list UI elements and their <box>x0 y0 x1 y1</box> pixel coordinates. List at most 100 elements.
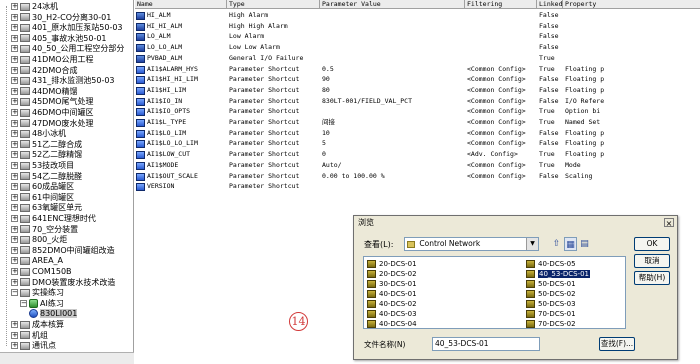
tree-item[interactable]: + AREA_A <box>11 255 63 266</box>
header-type[interactable]: Type <box>227 0 320 9</box>
file-item[interactable]: 40-DCS-04 <box>367 319 417 329</box>
tree-item[interactable]: +42DMO合成 <box>11 65 78 76</box>
expand-toggle-icon[interactable]: + <box>11 34 18 42</box>
tree-item[interactable]: + 机组 <box>11 330 48 341</box>
table-row[interactable]: LO_ALM Low Alarm False <box>135 31 700 42</box>
table-row[interactable]: AI1$LO_LIM Parameter Shortcut 10 <Common Co… <box>135 128 700 139</box>
tree-item[interactable]: +24冰机 <box>11 1 58 12</box>
expand-toggle-icon[interactable]: + <box>11 24 18 32</box>
expand-toggle-icon[interactable]: − <box>11 289 18 297</box>
expand-toggle-icon[interactable]: + <box>11 13 18 21</box>
tree-item[interactable]: +30_H2-CO分离30-01 <box>11 12 111 23</box>
table-row[interactable]: LO_LO_ALM Low Low Alarm False <box>135 42 700 53</box>
tree-item[interactable]: +641ENC理想时代 <box>11 213 96 224</box>
list-view-icon[interactable]: ▦ <box>564 237 577 251</box>
expand-toggle-icon[interactable]: + <box>11 236 18 244</box>
tree-item[interactable]: +70_空分装置 <box>11 224 78 235</box>
tree-item[interactable]: +800_火炬 <box>11 234 67 245</box>
header-parameter-value[interactable]: Parameter Value <box>320 0 465 9</box>
tree-item[interactable]: +852DMO中间罐组改造 <box>11 245 115 256</box>
tree-item[interactable]: +40_50_公用工程空分部分 <box>11 43 124 54</box>
table-row[interactable]: HI_HI_ALM High High Alarm False <box>135 21 700 32</box>
tree-item[interactable]: +44DMO精馏 <box>11 86 78 97</box>
tree-item[interactable]: + 成本核算 <box>11 319 64 330</box>
tree-item[interactable]: +41DMO公用工程 <box>11 54 94 65</box>
header-name[interactable]: Name <box>135 0 227 9</box>
file-item[interactable]: 40-DCS-02 <box>367 299 417 309</box>
ok-button[interactable]: OK <box>634 237 670 251</box>
expand-toggle-icon[interactable]: + <box>11 342 18 350</box>
expand-toggle-icon[interactable]: + <box>11 151 18 159</box>
file-item[interactable]: 70-DCS-01 <box>526 309 576 319</box>
table-row[interactable]: HI_ALM High Alarm False <box>135 10 700 21</box>
file-list[interactable]: 20-DCS-01 20-DCS-02 30-DCS-01 40-DCS-01 40-D… <box>363 256 626 329</box>
tree-item[interactable]: − 实操练习 <box>11 287 64 298</box>
table-row[interactable]: AI1$ALARM_HYS Parameter Shortcut 0.5 <Commo… <box>135 64 700 75</box>
table-row[interactable]: VERSION Parameter Shortcut <box>135 181 700 192</box>
tree-item[interactable]: +61中间罐区 <box>11 192 74 203</box>
expand-toggle-icon[interactable]: + <box>11 278 18 286</box>
tree-item[interactable]: +52乙二醇精馏 <box>11 149 82 160</box>
tree-item[interactable]: +47DMO废水处理 <box>11 118 94 129</box>
table-row[interactable]: AI1$L_TYPE Parameter Shortcut 间接 <Common Co… <box>135 117 700 128</box>
table-row[interactable]: AI1$IO_OPTS Parameter Shortcut <Common Con… <box>135 106 700 117</box>
file-item[interactable]: 30-DCS-01 <box>367 279 417 289</box>
file-item[interactable]: 20-DCS-01 <box>367 259 417 269</box>
table-row[interactable]: AI1$MODE Parameter Shortcut Auto/ <Common C… <box>135 160 700 171</box>
file-item[interactable]: 20-DCS-02 <box>367 269 417 279</box>
cancel-button[interactable]: 取消 <box>634 254 670 268</box>
expand-toggle-icon[interactable]: + <box>11 183 18 191</box>
expand-toggle-icon[interactable]: + <box>11 246 18 254</box>
expand-toggle-icon[interactable]: − <box>20 299 27 307</box>
tree-item[interactable]: +54乙二醇脱醛 <box>11 171 82 182</box>
table-row[interactable]: AI1$LOW_CUT Parameter Shortcut 0 <Adv. Conf… <box>135 149 700 160</box>
network-tree[interactable]: +24冰机 +30_H2-CO分离30-01 +401_原水加压泵站50-03 +40… <box>0 0 134 364</box>
expand-toggle-icon[interactable]: + <box>11 130 18 138</box>
tree-item[interactable]: +63氧罐区单元 <box>11 202 82 213</box>
expand-toggle-icon[interactable]: + <box>11 268 18 275</box>
expand-toggle-icon[interactable]: + <box>11 77 18 85</box>
expand-toggle-icon[interactable]: + <box>11 3 18 10</box>
expand-toggle-icon[interactable]: + <box>11 172 18 180</box>
file-item[interactable]: 70-DCS-02 <box>526 319 576 329</box>
tree-item[interactable]: +53技改项目 <box>11 160 74 171</box>
table-row[interactable]: AI1$HI_LIM Parameter Shortcut 80 <Common Co… <box>135 85 700 96</box>
expand-toggle-icon[interactable]: + <box>11 66 18 74</box>
tree-item[interactable]: +401_原水加压泵站50-03 <box>11 22 123 33</box>
tree-horizontal-scrollbar[interactable] <box>0 352 134 364</box>
table-row[interactable]: AI1$HI_HI_LIM Parameter Shortcut 90 <Common… <box>135 74 700 85</box>
tree-item[interactable]: +48小冰机 <box>11 128 66 139</box>
file-item[interactable]: 50-DCS-03 <box>526 299 576 309</box>
header-filtering[interactable]: Filtering <box>465 0 537 9</box>
tree-item[interactable]: + DMO装置废水技术改造 <box>11 277 115 288</box>
expand-toggle-icon[interactable]: + <box>11 162 18 169</box>
up-folder-icon[interactable]: ⇧ <box>550 237 563 251</box>
table-row[interactable]: AI1$OUT_SCALE Parameter Shortcut 0.00 to 1… <box>135 171 700 182</box>
expand-toggle-icon[interactable]: + <box>11 140 18 148</box>
find-button[interactable]: 查找(F)... <box>599 337 635 351</box>
expand-toggle-icon[interactable]: + <box>11 119 18 127</box>
expand-toggle-icon[interactable]: + <box>11 331 18 339</box>
tree-item[interactable]: +431_排水监测池50-03 <box>11 75 115 86</box>
expand-toggle-icon[interactable]: + <box>11 257 18 265</box>
expand-toggle-icon[interactable]: + <box>11 215 18 222</box>
expand-toggle-icon[interactable]: + <box>11 321 18 328</box>
header-property[interactable]: Property <box>563 0 700 9</box>
table-row[interactable]: AI1$IO_IN Parameter Shortcut 830LT-001/FIE… <box>135 96 700 107</box>
expand-toggle-icon[interactable]: + <box>11 193 18 201</box>
expand-toggle-icon[interactable]: + <box>11 98 18 106</box>
chevron-down-icon[interactable]: ▼ <box>526 238 538 250</box>
file-item[interactable]: 40-DCS-01 <box>367 289 417 299</box>
tree-item[interactable]: + 通讯点 <box>11 340 56 351</box>
tree-item[interactable]: +45DMO尾气处理 <box>11 96 94 107</box>
tree-item[interactable]: +405_事故水池50-01 <box>11 33 107 44</box>
tree-item[interactable]: + COM150B <box>11 266 72 277</box>
close-button[interactable]: × <box>664 218 674 228</box>
details-view-icon[interactable]: ▤ <box>578 237 591 251</box>
file-item[interactable]: 40-DCS-03 <box>367 309 417 319</box>
table-row[interactable]: AI1$LO_LO_LIM Parameter Shortcut 5 <Common … <box>135 138 700 149</box>
expand-toggle-icon[interactable]: + <box>11 45 18 53</box>
tree-item[interactable]: +60成品罐区 <box>11 181 74 192</box>
header-linked[interactable]: Linked <box>537 0 563 9</box>
tree-item[interactable]: − AI练习 <box>20 298 64 309</box>
